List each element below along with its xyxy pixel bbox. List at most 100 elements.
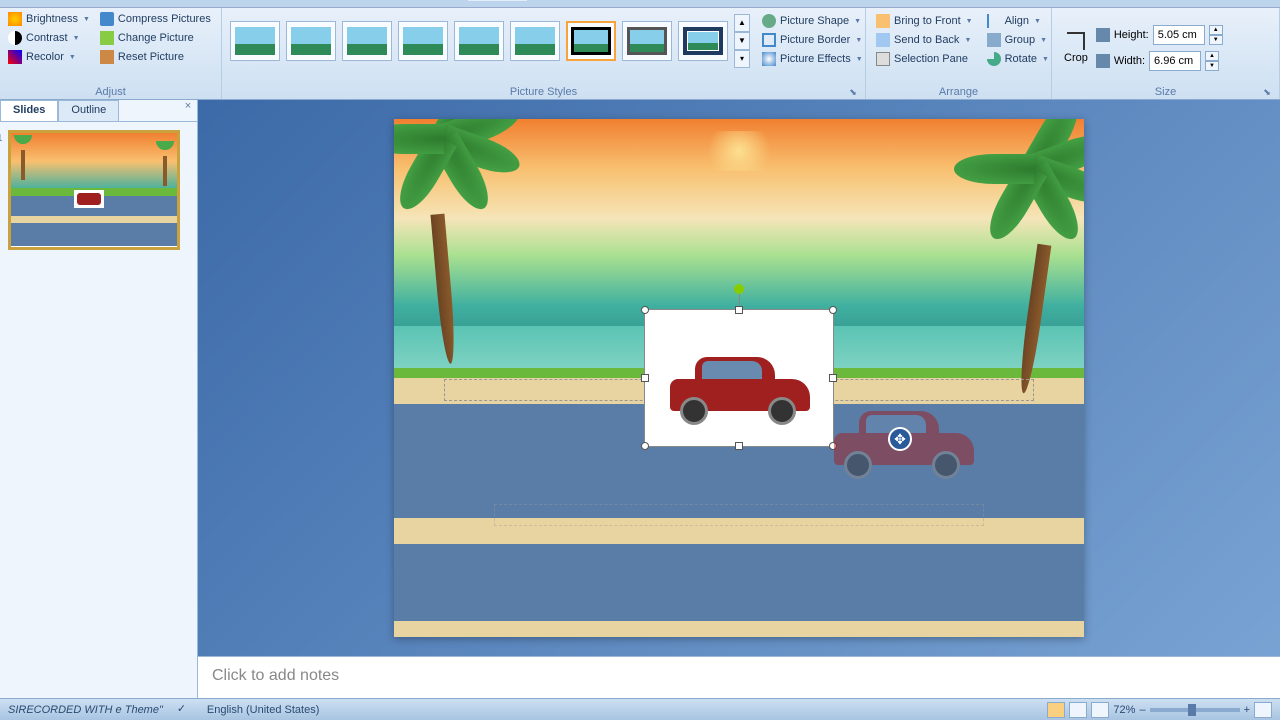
front-icon <box>876 14 890 28</box>
selection-pane-icon <box>876 52 890 66</box>
gallery-down[interactable]: ▼ <box>734 32 750 50</box>
zoom-level[interactable]: 72% <box>1113 704 1135 716</box>
resize-handle[interactable] <box>641 374 649 382</box>
align-icon <box>987 14 1001 28</box>
chevron-down-icon: ▼ <box>1042 56 1049 63</box>
rotate-button[interactable]: Rotate ▼ <box>983 50 1053 68</box>
picture-border-button[interactable]: Picture Border▼ <box>758 31 867 49</box>
zoom-slider[interactable] <box>1150 708 1240 712</box>
crop-button[interactable]: Crop <box>1060 30 1092 66</box>
view-sorter-button[interactable] <box>1069 702 1087 718</box>
car-image <box>670 355 810 425</box>
brightness-label: Brightness <box>26 13 78 25</box>
resize-handle[interactable] <box>829 306 837 314</box>
compress-button[interactable]: Compress Pictures <box>96 10 215 28</box>
zoom-out-button[interactable]: – <box>1139 704 1145 716</box>
style-item-8[interactable] <box>622 21 672 61</box>
status-theme: SIRECORDED WITH e Theme" <box>8 704 163 716</box>
reset-picture-button[interactable]: Reset Picture <box>96 48 215 66</box>
contrast-label: Contrast <box>26 32 68 44</box>
tab-design[interactable]: Design <box>145 0 203 1</box>
move-cursor-icon: ✥ <box>888 427 912 451</box>
chevron-down-icon: ▼ <box>854 18 861 25</box>
status-bar: SIRECORDED WITH e Theme" ✓ English (Unit… <box>0 698 1280 720</box>
group-picture-styles: ▲ ▼ ▾ Picture Shape▼ Picture Border▼ Pic… <box>222 8 866 99</box>
picture-shape-button[interactable]: Picture Shape▼ <box>758 12 867 30</box>
fit-window-button[interactable] <box>1254 702 1272 718</box>
notes-pane[interactable]: Click to add notes <box>198 656 1280 698</box>
bring-front-button[interactable]: Bring to Front▼ <box>872 12 977 30</box>
style-item-3[interactable] <box>342 21 392 61</box>
tab-format[interactable]: Format <box>468 0 527 1</box>
selected-picture[interactable] <box>644 309 834 447</box>
picture-effects-button[interactable]: Picture Effects▼ <box>758 50 867 68</box>
selection-pane-button[interactable]: Selection Pane <box>872 50 977 68</box>
width-down[interactable]: ▼ <box>1205 61 1219 71</box>
style-gallery: ▲ ▼ ▾ <box>226 10 754 72</box>
slide[interactable]: ✥ <box>394 119 1084 637</box>
view-normal-button[interactable] <box>1047 702 1065 718</box>
chevron-down-icon: ▼ <box>69 54 76 61</box>
group-adjust: Brightness ▼ Contrast▼ Recolor ▼ Compress … <box>0 8 222 99</box>
contrast-icon <box>8 31 22 45</box>
tab-insert[interactable]: Insert <box>93 0 145 1</box>
chevron-down-icon: ▼ <box>1040 37 1047 44</box>
height-input[interactable] <box>1153 25 1205 45</box>
canvas-area: ✥ Click to add notes <box>198 100 1280 698</box>
tab-slideshow[interactable]: Slide Show <box>282 0 361 1</box>
styles-launcher[interactable]: ⬊ <box>847 87 859 99</box>
group-icon <box>987 33 1001 47</box>
width-input[interactable] <box>1149 51 1201 71</box>
resize-handle[interactable] <box>735 306 743 314</box>
brightness-button[interactable]: Brightness ▼ <box>4 10 94 28</box>
recolor-label: Recolor <box>26 51 64 63</box>
pane-close-button[interactable]: × <box>179 100 197 121</box>
crop-icon <box>1067 32 1085 50</box>
group-size: Crop Height: ▲▼ Width: ▲▼ Size⬊ <box>1052 8 1280 99</box>
size-launcher[interactable]: ⬊ <box>1261 87 1273 99</box>
resize-handle[interactable] <box>735 442 743 450</box>
reset-picture-label: Reset Picture <box>118 51 184 63</box>
group-button[interactable]: Group▼ <box>983 31 1053 49</box>
tab-animations[interactable]: Animations <box>203 0 281 1</box>
gallery-nav: ▲ ▼ ▾ <box>734 14 750 68</box>
gallery-up[interactable]: ▲ <box>734 14 750 32</box>
tab-outline[interactable]: Outline <box>58 100 119 121</box>
chevron-down-icon: ▼ <box>83 16 90 23</box>
resize-handle[interactable] <box>829 374 837 382</box>
zoom-in-button[interactable]: + <box>1244 704 1250 716</box>
width-up[interactable]: ▲ <box>1205 51 1219 61</box>
tab-slides[interactable]: Slides <box>0 100 58 121</box>
style-item-1[interactable] <box>230 21 280 61</box>
rotation-handle[interactable] <box>734 284 744 294</box>
tab-home[interactable]: Home <box>40 0 93 1</box>
style-item-6[interactable] <box>510 21 560 61</box>
tab-view[interactable]: View <box>421 0 469 1</box>
status-language[interactable]: English (United States) <box>207 704 320 716</box>
contrast-button[interactable]: Contrast▼ <box>4 29 94 47</box>
height-label: Height: <box>1114 29 1149 41</box>
style-item-9[interactable] <box>678 21 728 61</box>
slide-thumbnail-1[interactable]: 1 <box>8 130 180 250</box>
height-down[interactable]: ▼ <box>1209 35 1223 45</box>
style-item-7[interactable] <box>566 21 616 61</box>
tab-review[interactable]: Review <box>361 0 421 1</box>
spellcheck-icon[interactable]: ✓ <box>177 702 193 718</box>
align-button[interactable]: Align▼ <box>983 12 1053 30</box>
view-slideshow-button[interactable] <box>1091 702 1109 718</box>
rotate-label: Rotate <box>1005 53 1037 65</box>
send-back-button[interactable]: Send to Back▼ <box>872 31 977 49</box>
placeholder-outline-2 <box>494 504 984 526</box>
style-item-2[interactable] <box>286 21 336 61</box>
style-item-4[interactable] <box>398 21 448 61</box>
style-item-5[interactable] <box>454 21 504 61</box>
gallery-more[interactable]: ▾ <box>734 50 750 68</box>
resize-handle[interactable] <box>641 306 649 314</box>
crop-label: Crop <box>1064 52 1088 64</box>
height-icon <box>1096 28 1110 42</box>
change-picture-button[interactable]: Change Picture <box>96 29 215 47</box>
resize-handle[interactable] <box>641 442 649 450</box>
group-arrange: Bring to Front▼ Send to Back▼ Selection … <box>866 8 1052 99</box>
recolor-button[interactable]: Recolor ▼ <box>4 48 94 66</box>
height-up[interactable]: ▲ <box>1209 25 1223 35</box>
